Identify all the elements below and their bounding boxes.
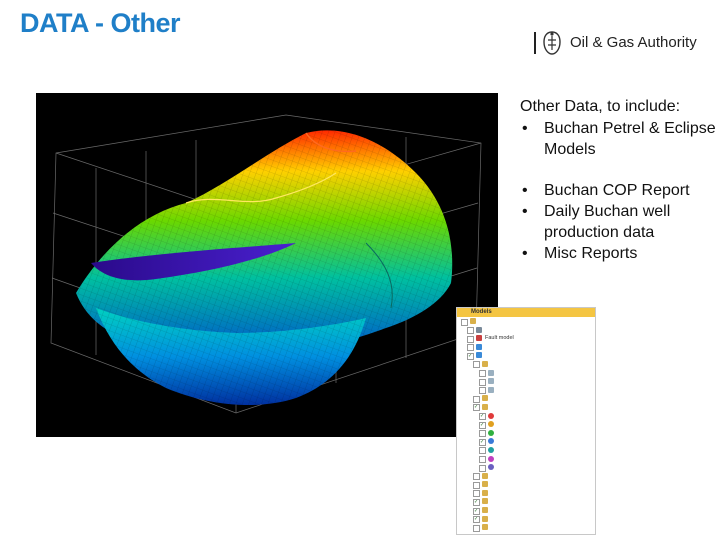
logo-divider	[534, 32, 536, 54]
checkbox-icon[interactable]	[473, 481, 480, 489]
checked-checkbox-icon[interactable]: ✓	[479, 421, 486, 429]
folder-icon	[482, 507, 488, 514]
folder-icon	[482, 515, 488, 522]
surface-icon	[488, 438, 494, 445]
tree-row[interactable]: ✓	[457, 515, 595, 524]
folder-icon	[482, 472, 488, 479]
folder-icon	[482, 524, 488, 531]
checkbox-icon[interactable]	[479, 378, 486, 386]
checked-checkbox-icon[interactable]: ✓	[479, 413, 486, 421]
bullet-item: Misc Reports	[520, 243, 720, 264]
surface-icon	[488, 446, 494, 453]
tree-rows: Fault model ✓ ✓ ✓ ✓ ✓ ✓ ✓ ✓	[457, 317, 595, 532]
surface-icon	[488, 421, 494, 428]
checkbox-icon[interactable]	[479, 456, 486, 463]
bullet-group-2: Buchan COP Report Daily Buchan well prod…	[520, 180, 720, 264]
tree-header: Models	[457, 308, 595, 317]
tree-row[interactable]: ✓	[457, 420, 595, 429]
model-icon	[476, 326, 482, 333]
tree-row[interactable]	[457, 446, 595, 455]
layer-icon	[488, 386, 494, 393]
fault-icon	[476, 335, 482, 342]
checkbox-icon[interactable]	[473, 490, 480, 498]
checkbox-icon[interactable]	[479, 430, 486, 438]
tree-row[interactable]	[457, 429, 595, 438]
checked-checkbox-icon[interactable]: ✓	[473, 404, 480, 412]
checkbox-icon[interactable]	[473, 524, 480, 532]
slide-title: DATA - Other	[20, 8, 180, 38]
oga-logo: Oil & Gas Authority	[534, 30, 704, 56]
checked-checkbox-icon[interactable]: ✓	[473, 507, 480, 515]
folder-icon	[482, 489, 488, 496]
surface-icon	[488, 455, 494, 462]
tree-row[interactable]	[457, 455, 595, 464]
tree-row[interactable]	[457, 317, 595, 326]
checkbox-icon[interactable]	[473, 395, 480, 403]
bullet-item: Buchan Petrel & Eclipse Models	[520, 118, 720, 160]
checkbox-icon[interactable]	[479, 387, 486, 395]
folder-icon	[470, 318, 476, 324]
bullet-item: Daily Buchan well production data	[520, 201, 720, 243]
bullet-item: Buchan COP Report	[520, 180, 720, 201]
checkbox-icon[interactable]	[467, 344, 474, 352]
folder-icon	[482, 481, 488, 488]
tree-row[interactable]: Fault model	[457, 334, 595, 343]
tree-row[interactable]	[457, 394, 595, 403]
tree-row[interactable]	[457, 377, 595, 386]
checkbox-icon[interactable]	[461, 318, 468, 326]
tree-row[interactable]	[457, 343, 595, 352]
layer-icon	[488, 378, 494, 385]
tree-row[interactable]: ✓	[457, 351, 595, 360]
folder-icon	[482, 395, 488, 402]
checkbox-icon[interactable]	[467, 335, 474, 343]
logo-name: Oil & Gas Authority	[570, 34, 697, 51]
tree-row-label: Fault model	[485, 335, 514, 342]
tree-row[interactable]	[457, 360, 595, 369]
tree-row[interactable]: ✓	[457, 412, 595, 421]
surface-icon	[488, 412, 494, 419]
checked-checkbox-icon[interactable]: ✓	[467, 352, 474, 360]
checkbox-icon[interactable]	[473, 473, 480, 481]
tree-row[interactable]	[457, 463, 595, 472]
checkbox-icon[interactable]	[479, 370, 486, 378]
layer-icon	[488, 369, 494, 376]
grid-icon	[476, 352, 482, 359]
checked-checkbox-icon[interactable]: ✓	[479, 438, 486, 446]
reservoir-surface-graphic	[50, 114, 482, 414]
crest-icon	[543, 31, 561, 55]
tree-row[interactable]: ✓	[457, 403, 595, 412]
folder-icon	[482, 498, 488, 505]
bullet-list: Other Data, to include: Buchan Petrel & …	[520, 96, 720, 264]
tree-row[interactable]	[457, 369, 595, 378]
tree-row[interactable]	[457, 523, 595, 532]
tree-row[interactable]: ✓	[457, 437, 595, 446]
surface-icon	[488, 464, 494, 471]
folder-icon	[482, 360, 488, 367]
tree-row[interactable]: ✓	[457, 497, 595, 506]
tree-row[interactable]: ✓	[457, 506, 595, 515]
reservoir-model-3d-view	[36, 93, 498, 437]
checked-checkbox-icon[interactable]: ✓	[473, 498, 480, 506]
folder-icon	[482, 403, 488, 410]
tree-row[interactable]	[457, 472, 595, 481]
checkbox-icon[interactable]	[479, 447, 486, 455]
checkbox-icon[interactable]	[479, 464, 486, 472]
models-tree-panel: Models Fault model ✓ ✓ ✓ ✓ ✓ ✓ ✓ ✓	[456, 307, 596, 535]
tree-row[interactable]	[457, 326, 595, 335]
intro-text: Other Data, to include:	[520, 98, 681, 115]
surface-icon	[488, 429, 494, 436]
grid-icon	[476, 343, 482, 350]
tree-row[interactable]	[457, 489, 595, 498]
checkbox-icon[interactable]	[467, 327, 474, 335]
bullet-group-1: Buchan Petrel & Eclipse Models	[520, 118, 720, 160]
tree-row[interactable]	[457, 386, 595, 395]
checked-checkbox-icon[interactable]: ✓	[473, 516, 480, 524]
checkbox-icon[interactable]	[473, 361, 480, 369]
tree-row[interactable]	[457, 480, 595, 489]
